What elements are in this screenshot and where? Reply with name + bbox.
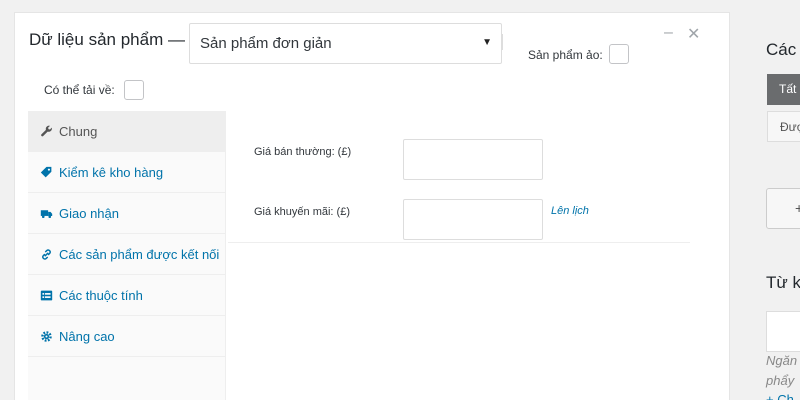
regular-price-label: Giá bán thường: (£) (254, 146, 352, 158)
close-icon[interactable]: ✕ (687, 24, 700, 44)
tab-linked-products-label: Các sản phẩm được kết nối (59, 246, 220, 262)
truck-icon (39, 206, 53, 220)
schedule-link[interactable]: Lên lịch (551, 205, 589, 217)
product-data-tabs: Chung Kiểm kê kho hàng Giao nhận Các sản… (28, 111, 226, 400)
wrench-icon (39, 124, 53, 138)
product-type-value: Sản phẩm đơn giản (200, 35, 332, 52)
tags-help-line-2: phẩy (766, 373, 795, 388)
tags-help-line-1: Ngăn (766, 353, 798, 368)
collapse-icon[interactable]: – (664, 24, 673, 42)
tab-attributes[interactable]: Các thuộc tính (28, 275, 225, 316)
sale-price-input[interactable] (403, 199, 543, 240)
tab-advanced-label: Nâng cao (59, 328, 115, 344)
regular-price-input[interactable] (403, 139, 543, 180)
sale-price-label: Giá khuyến mãi: (£) (254, 206, 350, 218)
tab-all-categories[interactable]: Tất (767, 74, 800, 105)
tab-linked-products[interactable]: Các sản phẩm được kết nối (28, 234, 225, 275)
gear-icon (39, 329, 53, 343)
tag-icon (39, 165, 53, 179)
downloadable-checkbox[interactable] (124, 80, 144, 100)
tab-shipping[interactable]: Giao nhận (28, 193, 225, 234)
tags-title: Từ k (766, 273, 800, 292)
tab-general[interactable]: Chung (28, 111, 225, 152)
tab-inventory[interactable]: Kiểm kê kho hàng (28, 152, 225, 193)
tab-attributes-label: Các thuộc tính (59, 287, 143, 303)
product-type-select[interactable]: Sản phẩm đơn giản ▼ (189, 23, 502, 64)
link-icon (39, 247, 53, 261)
virtual-label: Sản phẩm ảo: (528, 48, 603, 62)
list-icon (39, 288, 53, 302)
downloadable-label: Có thể tải về: (44, 83, 115, 97)
choose-tags-link[interactable]: + Ch (766, 392, 794, 400)
tab-inventory-label: Kiểm kê kho hàng (59, 164, 164, 180)
categories-title: Các d (766, 40, 800, 59)
virtual-checkbox[interactable] (609, 44, 629, 64)
section-divider (228, 242, 690, 243)
tag-input[interactable] (766, 311, 800, 352)
tab-advanced[interactable]: Nâng cao (28, 316, 225, 357)
add-category-button[interactable]: + (766, 188, 800, 229)
tab-shipping-label: Giao nhận (59, 205, 119, 221)
tab-most-used[interactable]: Đượ (767, 111, 800, 142)
chevron-down-icon: ▼ (482, 37, 492, 48)
header-separator (502, 34, 503, 50)
tab-general-label: Chung (59, 123, 98, 139)
product-data-title: Dữ liệu sản phẩm — (29, 30, 185, 49)
